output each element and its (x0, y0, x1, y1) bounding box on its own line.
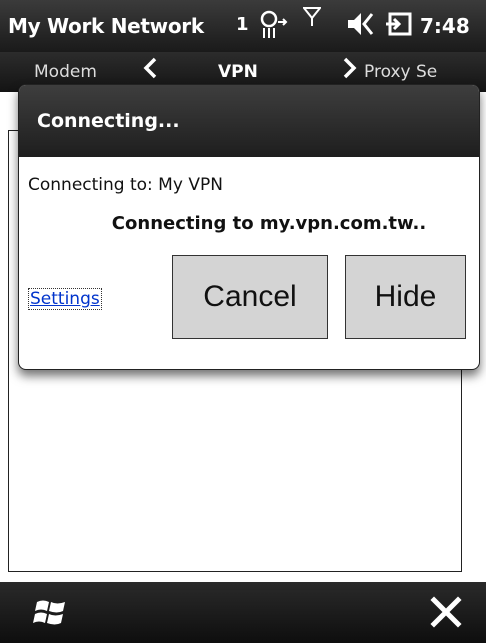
connection-count: 1 (236, 14, 249, 35)
status-bar: My Work Network 1 7:48 (0, 0, 486, 52)
tab-proxy-settings[interactable]: Proxy Se (364, 62, 437, 82)
settings-link[interactable]: Settings (28, 288, 102, 310)
status-bar-title[interactable]: My Work Network (8, 14, 204, 38)
connecting-status-message: Connecting to my.vpn.com.tw.. (111, 213, 427, 234)
battery-charging-icon[interactable] (384, 10, 414, 42)
chevron-left-icon[interactable] (140, 56, 160, 84)
connecting-to-label: Connecting to: My VPN (28, 175, 223, 195)
chevron-right-icon[interactable] (340, 56, 360, 84)
tab-modem[interactable]: Modem (34, 62, 97, 82)
cancel-button[interactable]: Cancel (172, 255, 328, 339)
close-icon[interactable] (430, 596, 462, 632)
volume-muted-icon[interactable] (346, 10, 376, 42)
bottom-bar (0, 582, 486, 643)
hide-button[interactable]: Hide (345, 255, 466, 339)
tab-vpn[interactable]: VPN (218, 62, 258, 82)
dialog-title: Connecting... (19, 85, 479, 157)
clock-time[interactable]: 7:48 (420, 14, 470, 38)
windows-start-icon[interactable] (33, 596, 69, 632)
connecting-dialog: Connecting... Connecting to: My VPN Conn… (18, 84, 480, 370)
network-connectivity-icon[interactable] (258, 8, 292, 46)
signal-strength-icon[interactable] (301, 6, 323, 32)
